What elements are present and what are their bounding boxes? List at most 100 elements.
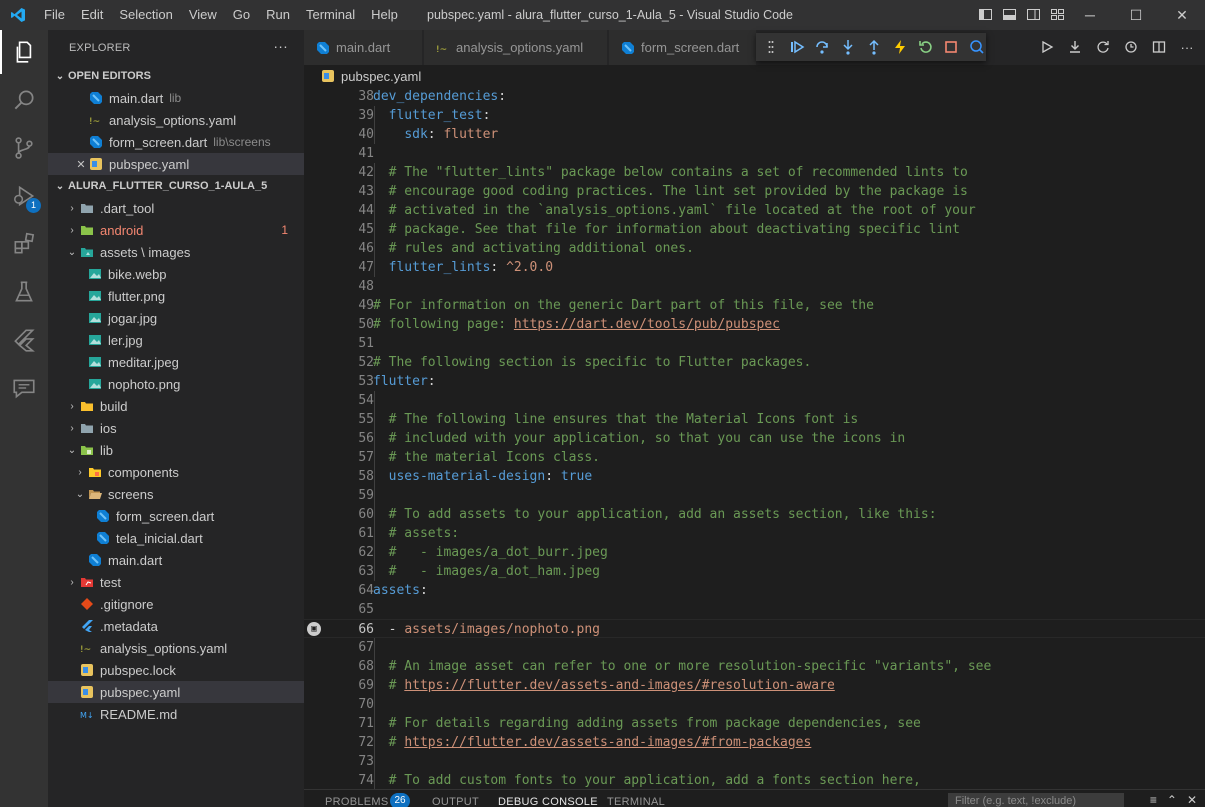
tree-item[interactable]: tela_inicial.dart xyxy=(48,527,304,549)
tree-item[interactable]: › build xyxy=(48,395,304,417)
history-icon[interactable] xyxy=(1123,38,1139,56)
search-icon[interactable] xyxy=(0,78,48,122)
collapse-icon[interactable]: ⌃ xyxy=(1167,793,1177,807)
menu-help[interactable]: Help xyxy=(363,0,406,30)
tree-item[interactable]: jogar.jpg xyxy=(48,307,304,329)
menu-selection[interactable]: Selection xyxy=(111,0,180,30)
step-out-icon[interactable] xyxy=(865,38,883,56)
tab-form-screen-dart[interactable]: form_screen.dart xyxy=(609,30,757,65)
editor-actions: ··· xyxy=(1039,38,1195,56)
code-line: 58 uses-material-design: true xyxy=(304,467,1205,486)
problem-count: 1 xyxy=(281,223,288,237)
run-debug-icon[interactable]: 1 xyxy=(0,174,48,218)
extensions-icon[interactable] xyxy=(0,222,48,266)
tab-main-dart[interactable]: main.dart xyxy=(304,30,423,65)
tree-item[interactable]: › ios xyxy=(48,417,304,439)
tree-item[interactable]: bike.webp xyxy=(48,263,304,285)
toggle-secondary-sidebar-icon[interactable] xyxy=(1026,7,1041,22)
filter-input[interactable]: Filter (e.g. text, !exclude) xyxy=(948,793,1124,807)
tree-item[interactable]: form_screen.dart xyxy=(48,505,304,527)
tab-output[interactable]: OUTPUT xyxy=(432,796,479,807)
tree-item[interactable]: nophoto.png xyxy=(48,373,304,395)
indent-guide xyxy=(374,638,375,790)
open-editor-item[interactable]: ✕ pubspec.yaml xyxy=(48,153,304,175)
minimize-button[interactable]: ─ xyxy=(1067,0,1113,30)
tree-item[interactable]: .gitignore xyxy=(48,593,304,615)
flutter-icon[interactable] xyxy=(0,318,48,362)
breadcrumb-file[interactable]: pubspec.yaml xyxy=(341,69,421,84)
tab-terminal[interactable]: TERMINAL xyxy=(607,796,665,807)
tree-item[interactable]: ⌄ screens xyxy=(48,483,304,505)
tree-item[interactable]: .metadata xyxy=(48,615,304,637)
code-token[interactable]: https://flutter.dev/assets-and-images/#f… xyxy=(404,735,811,750)
close-icon[interactable]: ✕ xyxy=(1187,793,1197,807)
tab-problems[interactable]: PROBLEMS xyxy=(325,796,389,807)
hot-reload-icon[interactable] xyxy=(891,38,909,56)
code-editor[interactable]: 38 dev_dependencies: 39 flutter_test: 40 sd… xyxy=(304,87,1205,807)
open-editor-item[interactable]: form_screen.dart lib\screens xyxy=(48,131,304,153)
dart-file-icon xyxy=(316,41,330,55)
line-text: # To add assets to your application, add… xyxy=(373,505,937,524)
tree-item[interactable]: ⌄ lib xyxy=(48,439,304,461)
tree-item[interactable]: main.dart xyxy=(48,549,304,571)
tree-item[interactable]: meditar.jpeg xyxy=(48,351,304,373)
tree-item[interactable]: › components xyxy=(48,461,304,483)
chevron-icon: ⌄ xyxy=(67,444,77,456)
tree-item[interactable]: M↓ README.md xyxy=(48,703,304,725)
image-icon xyxy=(88,377,102,391)
stop-icon[interactable] xyxy=(942,38,960,56)
tab-analysis-options-yaml[interactable]: !~ analysis_options.yaml xyxy=(424,30,608,65)
more-actions-icon[interactable]: ··· xyxy=(1179,38,1195,56)
step-into-icon[interactable] xyxy=(839,38,857,56)
drag-handle-icon[interactable] xyxy=(762,38,780,56)
customize-layout-icon[interactable] xyxy=(1050,7,1065,22)
tree-item[interactable]: !~ analysis_options.yaml xyxy=(48,637,304,659)
toggle-panel-icon[interactable] xyxy=(1002,7,1017,22)
comments-icon[interactable] xyxy=(0,366,48,410)
line-number: 57 xyxy=(358,450,374,465)
tree-item[interactable]: ⌄ assets \ images xyxy=(48,241,304,263)
code-token[interactable]: https://flutter.dev/assets-and-images/#r… xyxy=(404,678,834,693)
project-section[interactable]: ⌄ ALURA_FLUTTER_CURSO_1-AULA_5 xyxy=(48,175,304,197)
split-editor-icon[interactable] xyxy=(1151,38,1167,56)
code-token: # xyxy=(388,678,405,693)
run-icon[interactable] xyxy=(1039,38,1055,56)
more-actions-icon[interactable]: ··· xyxy=(273,38,288,54)
tree-item[interactable]: pubspec.yaml xyxy=(48,681,304,703)
menu-view[interactable]: View xyxy=(181,0,225,30)
download-icon[interactable] xyxy=(1067,38,1083,56)
menu-run[interactable]: Run xyxy=(258,0,298,30)
close-window-button[interactable]: ✕ xyxy=(1159,0,1205,30)
tree-item-label: meditar.jpeg xyxy=(108,354,179,370)
open-editor-item[interactable]: !~ analysis_options.yaml xyxy=(48,109,304,131)
tree-item[interactable]: flutter.png xyxy=(48,285,304,307)
tree-item[interactable]: pubspec.lock xyxy=(48,659,304,681)
code-token[interactable]: https://dart.dev/tools/pub/pubspec xyxy=(514,317,780,332)
tree-item[interactable]: › test xyxy=(48,571,304,593)
code-line: 42 # The "flutter_lints" package below c… xyxy=(304,163,1205,182)
close-icon[interactable]: ✕ xyxy=(73,158,89,171)
tab-debug-console[interactable]: DEBUG CONSOLE xyxy=(498,796,598,807)
refresh-icon[interactable] xyxy=(1095,38,1111,56)
tree-item-label: README.md xyxy=(100,706,178,722)
testing-icon[interactable] xyxy=(0,270,48,314)
tree-item[interactable]: ler.jpg xyxy=(48,329,304,351)
devtools-icon[interactable] xyxy=(968,38,986,56)
toggle-sidebar-icon[interactable] xyxy=(978,7,993,22)
clear-icon[interactable]: ≡ xyxy=(1150,793,1157,807)
maximize-button[interactable]: ☐ xyxy=(1113,0,1159,30)
open-editor-item[interactable]: main.dart lib xyxy=(48,87,304,109)
menu-go[interactable]: Go xyxy=(225,0,258,30)
restart-icon[interactable] xyxy=(917,38,935,56)
breadcrumb[interactable]: pubspec.yaml xyxy=(304,65,1205,87)
tree-item[interactable]: › android 1 xyxy=(48,219,304,241)
open-editors-section[interactable]: ⌄ OPEN EDITORS xyxy=(48,65,304,87)
menu-terminal[interactable]: Terminal xyxy=(298,0,363,30)
step-over-icon[interactable] xyxy=(814,38,832,56)
explorer-icon[interactable] xyxy=(0,30,48,74)
source-control-icon[interactable] xyxy=(0,126,48,170)
continue-icon[interactable] xyxy=(788,38,806,56)
menu-file[interactable]: File xyxy=(36,0,73,30)
menu-edit[interactable]: Edit xyxy=(73,0,111,30)
tree-item[interactable]: › .dart_tool xyxy=(48,197,304,219)
